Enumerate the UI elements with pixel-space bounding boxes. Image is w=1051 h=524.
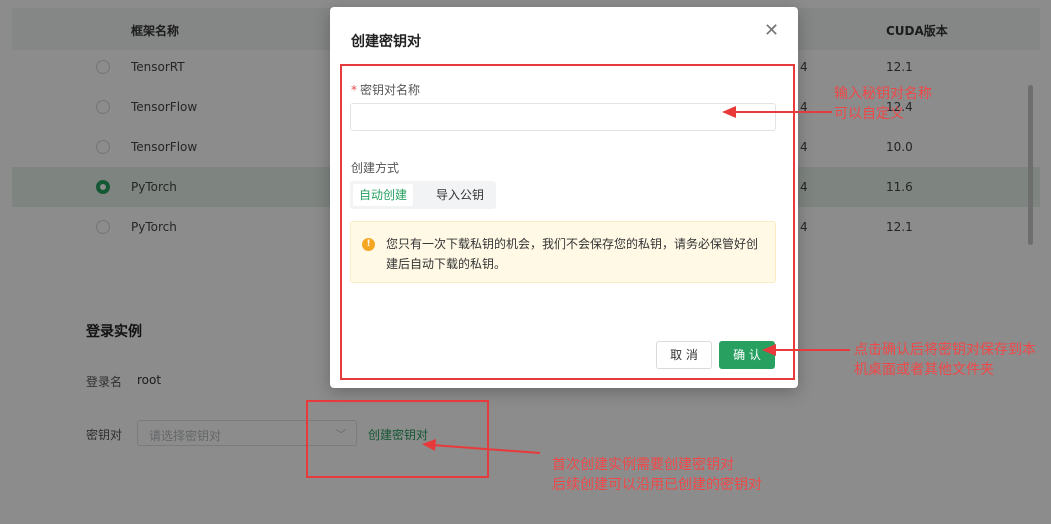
- create-hint-annotation: 首次创建实例需要创建密钥对 后续创建可以沿用已创建的密钥对: [552, 455, 852, 495]
- arrow-head: [762, 344, 776, 356]
- create-hint-line1: 首次创建实例需要创建密钥对: [552, 457, 734, 473]
- arrow-head: [722, 106, 736, 118]
- create-hint-line2: 后续创建可以沿用已创建的密钥对: [552, 477, 762, 493]
- name-hint-line1: 输入秘钥对名称: [834, 86, 932, 102]
- name-hint-annotation: 输入秘钥对名称 可以自定义: [834, 84, 1014, 124]
- name-hint-line2: 可以自定义: [834, 106, 904, 122]
- arrow-line: [431, 444, 541, 454]
- arrow-head: [422, 439, 436, 451]
- annotation-arrows: [422, 106, 850, 454]
- confirm-hint-annotation: 点击确认后将密钥对保存到本机桌面或者其他文件夹: [854, 342, 1036, 378]
